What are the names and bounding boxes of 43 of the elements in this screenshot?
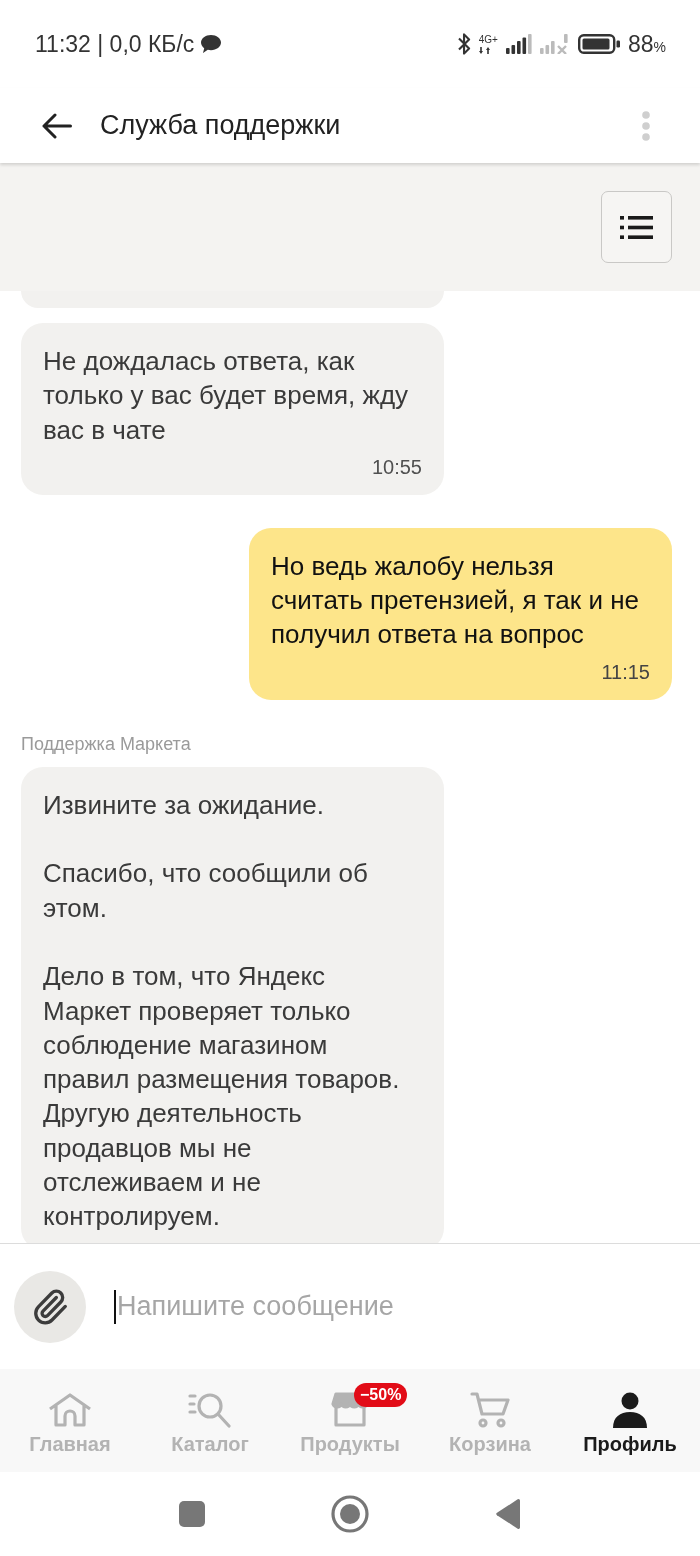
sender-name: Поддержка Маркета — [21, 732, 191, 755]
home-icon — [331, 1495, 369, 1533]
status-text: 11:32 | 0,0 КБ/с — [35, 30, 195, 58]
list-button[interactable] — [601, 191, 672, 263]
person-icon — [613, 1392, 647, 1428]
percent-sign: % — [653, 38, 666, 55]
text-cursor-icon — [114, 1289, 116, 1324]
data-arrows-icon — [478, 46, 491, 54]
nav-tab[interactable]: Корзина — [420, 1369, 560, 1472]
message-text: Дело в том, что Яндекс Маркет проверяет только соблюдение магазином правил размещения товаров. Другую деятельность продавцов мы не отслеживаем и не контролируем. — [43, 960, 401, 1234]
cart-icon — [470, 1392, 510, 1428]
signal-off-icon — [539, 34, 570, 54]
back-arrow-icon — [42, 112, 72, 139]
message-input-field[interactable]: Напишите сообщение — [116, 1286, 670, 1327]
nav-tab[interactable]: −50% Продукты — [280, 1369, 420, 1472]
message-text: Извините за ожидание. — [43, 788, 325, 822]
back-icon — [495, 1499, 521, 1529]
list-icon — [620, 215, 653, 239]
signal-icon — [505, 34, 532, 54]
message-time: 10:55 — [371, 454, 422, 479]
recent-apps-icon — [179, 1501, 205, 1527]
back-button[interactable] — [42, 112, 72, 139]
house-icon — [48, 1393, 92, 1427]
discount-badge: −50% — [354, 1383, 408, 1407]
paperclip-icon — [31, 1287, 69, 1326]
chat-icon — [201, 35, 222, 53]
battery-percent: 88 — [627, 30, 654, 58]
message-text: Спасибо, что сообщили об этом. — [43, 857, 369, 925]
more-options-icon — [642, 110, 650, 141]
nav-tab[interactable]: Каталог — [140, 1369, 280, 1472]
battery-icon — [577, 34, 620, 54]
message-time: 11:15 — [601, 659, 650, 684]
home-button[interactable] — [331, 1495, 369, 1533]
screen-title: Служба поддержки — [100, 110, 341, 141]
recent-apps-button[interactable] — [179, 1501, 205, 1527]
catalog-search-icon — [188, 1392, 232, 1428]
message-text: Но ведь жалобу нельзя считать претензией, я так и не получил ответа на вопрос — [271, 549, 640, 652]
back-nav-button[interactable] — [495, 1499, 521, 1529]
bluetooth-icon — [457, 33, 471, 55]
nav-tab[interactable]: Главная — [0, 1369, 140, 1472]
nav-tab[interactable]: Профиль — [560, 1369, 700, 1472]
message-text: Не дождалась ответа, как только у вас будет время, жду вас в чате — [43, 345, 410, 447]
network-type-label: 4G+ — [478, 34, 498, 45]
